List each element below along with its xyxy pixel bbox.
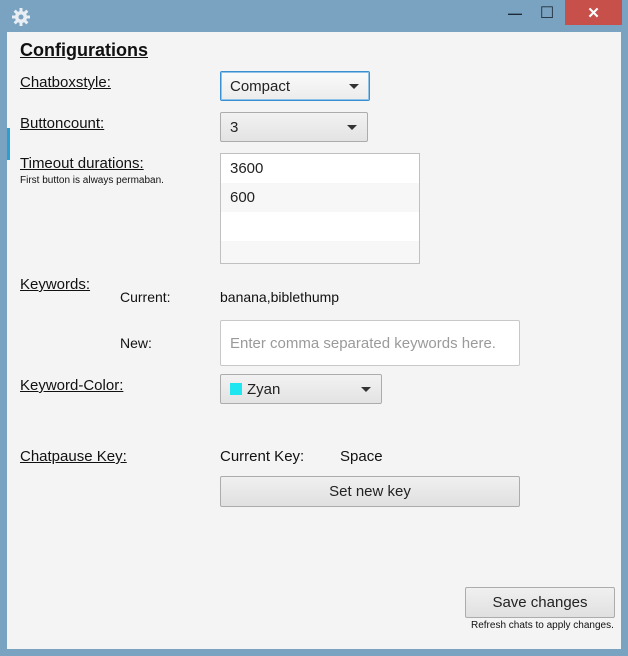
keyword-color-label: Keyword-Color: [20, 377, 124, 394]
timeout-label: Timeout durations: [20, 155, 144, 172]
chatboxstyle-label: Chatboxstyle: [20, 74, 111, 91]
close-icon: ✕ [587, 4, 600, 22]
keywords-new-label: New: [120, 335, 152, 351]
minimize-icon: — [508, 4, 522, 21]
buttoncount-label: Buttoncount: [20, 115, 105, 132]
keywords-current-label: Current: [120, 289, 171, 305]
chevron-down-icon [347, 125, 357, 130]
save-note: Refresh chats to apply changes. [471, 620, 614, 631]
config-panel: Configurations Chatboxstyle: Compact But… [7, 32, 621, 649]
maximize-button[interactable]: ☐ [534, 0, 560, 25]
chatpause-current-value: Space [340, 448, 383, 465]
keyword-color-select[interactable]: Zyan [220, 374, 382, 404]
maximize-icon: ☐ [539, 4, 555, 22]
chatboxstyle-value: Compact [230, 77, 291, 95]
minimize-button[interactable]: — [502, 0, 528, 25]
chatboxstyle-select[interactable]: Compact [220, 71, 370, 101]
chevron-down-icon [349, 84, 359, 89]
chatpause-label: Chatpause Key: [20, 448, 127, 465]
focus-accent [7, 128, 10, 160]
buttoncount-select[interactable]: 3 [220, 112, 368, 142]
keywords-label: Keywords: [20, 276, 91, 293]
list-item-empty[interactable] [221, 241, 419, 263]
save-changes-button[interactable]: Save changes [465, 587, 615, 618]
buttoncount-value: 3 [230, 118, 239, 136]
color-swatch [230, 383, 242, 395]
timeout-list[interactable]: 3600 600 [220, 153, 420, 264]
keyword-color-value: Zyan [247, 380, 281, 398]
title-bar: — ☐ ✕ [0, 0, 628, 32]
list-item-empty[interactable] [221, 212, 419, 241]
page-title: Configurations [20, 40, 148, 60]
set-new-key-button[interactable]: Set new key [220, 476, 520, 507]
keywords-current-value: banana,biblethump [220, 289, 340, 305]
close-button[interactable]: ✕ [565, 0, 622, 25]
timeout-note: First button is always permaban. [20, 175, 164, 186]
list-item[interactable]: 3600 [221, 154, 419, 183]
list-item[interactable]: 600 [221, 183, 419, 212]
keywords-input[interactable] [220, 320, 520, 366]
gear-icon[interactable] [11, 7, 31, 27]
chevron-down-icon [361, 387, 371, 392]
chatpause-current-label: Current Key: [220, 448, 305, 465]
